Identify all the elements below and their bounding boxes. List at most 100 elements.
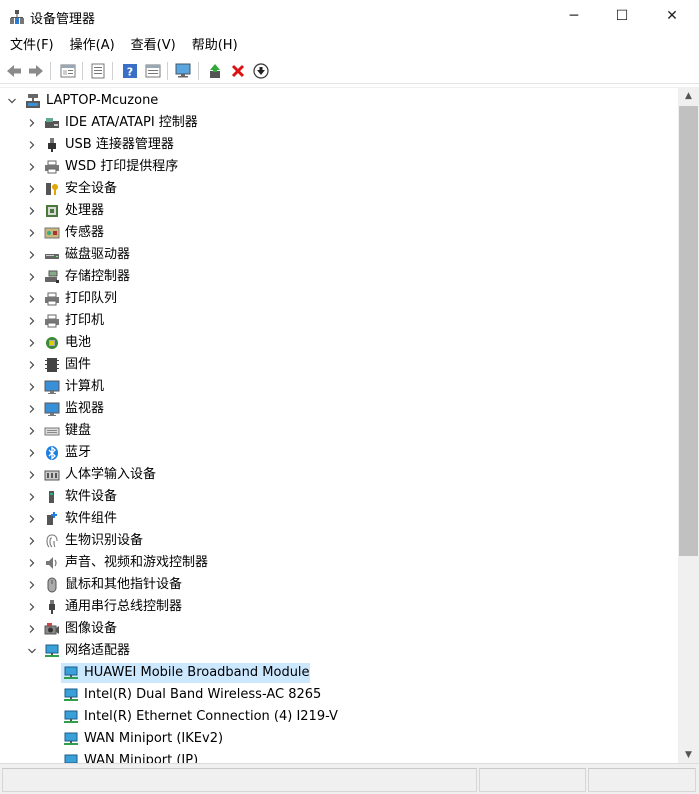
device-tree[interactable]: LAPTOP-Mcuzone IDE ATA/ATAPI 控制器 USB 连接器管理… (0, 87, 678, 763)
print-queue-icon (44, 291, 60, 307)
tree-category[interactable]: 软件设备 (0, 486, 678, 508)
menu-help[interactable]: 帮助(H) (186, 35, 244, 57)
chevron-down-icon[interactable] (25, 644, 39, 658)
chevron-right-icon[interactable] (25, 622, 39, 636)
software-device-icon (44, 489, 60, 505)
chevron-right-icon[interactable] (25, 600, 39, 614)
chevron-right-icon[interactable] (25, 292, 39, 306)
disk-drive-icon (44, 247, 60, 263)
tree-category[interactable]: 软件组件 (0, 508, 678, 530)
help-icon[interactable]: ? (120, 61, 140, 81)
chevron-right-icon[interactable] (25, 468, 39, 482)
chevron-right-icon[interactable] (25, 380, 39, 394)
menu-bar: 文件(F) 操作(A) 查看(V) 帮助(H) (0, 34, 699, 58)
chevron-right-icon[interactable] (25, 578, 39, 592)
tree-category[interactable]: 打印队列 (0, 288, 678, 310)
minimize-button[interactable]: ─ (551, 0, 597, 32)
tree-item-label: WAN Miniport (IP) (84, 753, 199, 763)
menu-action[interactable]: 操作(A) (64, 35, 121, 57)
tree-category[interactable]: 电池 (0, 332, 678, 354)
menu-view[interactable]: 查看(V) (125, 35, 182, 57)
chevron-right-icon[interactable] (25, 402, 39, 416)
tree-category[interactable]: 打印机 (0, 310, 678, 332)
tree-category[interactable]: USB 连接器管理器 (0, 134, 678, 156)
usb-connector-icon (44, 137, 60, 153)
tree-category[interactable]: 生物识别设备 (0, 530, 678, 552)
tree-category[interactable]: 图像设备 (0, 618, 678, 640)
tree-category[interactable]: 处理器 (0, 200, 678, 222)
menu-file[interactable]: 文件(F) (4, 35, 60, 57)
security-device-icon (44, 181, 60, 197)
scroll-thumb[interactable] (679, 106, 698, 556)
tree-category[interactable]: IDE ATA/ATAPI 控制器 (0, 112, 678, 134)
chevron-right-icon[interactable] (25, 182, 39, 196)
chevron-right-icon[interactable] (25, 556, 39, 570)
view-icon[interactable] (143, 61, 163, 81)
computer-icon (44, 379, 60, 395)
chevron-down-icon[interactable] (5, 94, 19, 108)
scan-icon[interactable] (174, 61, 194, 81)
forward-icon[interactable] (26, 61, 46, 81)
tree-category[interactable]: 键盘 (0, 420, 678, 442)
hid-icon (44, 467, 60, 483)
chevron-right-icon[interactable] (25, 424, 39, 438)
chevron-right-icon[interactable] (25, 534, 39, 548)
tree-item-label: 人体学输入设备 (65, 467, 157, 482)
tree-category[interactable]: 传感器 (0, 222, 678, 244)
tree-category[interactable]: 声音、视频和游戏控制器 (0, 552, 678, 574)
tree-category[interactable]: 人体学输入设备 (0, 464, 678, 486)
tree-item-label: 通用串行总线控制器 (65, 599, 183, 614)
properties-icon[interactable] (58, 61, 78, 81)
update-driver-icon[interactable] (205, 61, 225, 81)
tree-item-label: 处理器 (65, 203, 105, 218)
chevron-right-icon[interactable] (25, 204, 39, 218)
root-computer-icon (25, 93, 41, 109)
tree-category[interactable]: 通用串行总线控制器 (0, 596, 678, 618)
chevron-right-icon[interactable] (25, 160, 39, 174)
tree-device[interactable]: Intel(R) Dual Band Wireless-AC 8265 (0, 684, 678, 706)
chevron-right-icon[interactable] (25, 490, 39, 504)
tree-device[interactable]: WAN Miniport (IKEv2) (0, 728, 678, 750)
battery-icon (44, 335, 60, 351)
tree-category[interactable]: 存储控制器 (0, 266, 678, 288)
tree-item-label: 安全设备 (65, 181, 118, 196)
disable-icon[interactable] (251, 61, 271, 81)
scroll-up-icon[interactable]: ▲ (678, 87, 699, 104)
vertical-scrollbar[interactable]: ▲ ▼ (678, 87, 699, 763)
tree-category[interactable]: 鼠标和其他指针设备 (0, 574, 678, 596)
tree-category[interactable]: 计算机 (0, 376, 678, 398)
show-hide-icon[interactable] (88, 61, 108, 81)
toolbar: ? (0, 58, 699, 84)
back-icon[interactable] (4, 61, 24, 81)
tree-category[interactable]: 磁盘驱动器 (0, 244, 678, 266)
chevron-right-icon[interactable] (25, 446, 39, 460)
keyboard-icon (44, 423, 60, 439)
tree-device[interactable]: Intel(R) Ethernet Connection (4) I219-V (0, 706, 678, 728)
tree-category[interactable]: 监视器 (0, 398, 678, 420)
chevron-right-icon[interactable] (25, 336, 39, 350)
tree-item-label: Intel(R) Ethernet Connection (4) I219-V (84, 709, 338, 724)
uninstall-icon[interactable] (228, 61, 248, 81)
tree-category[interactable]: 固件 (0, 354, 678, 376)
chevron-right-icon[interactable] (25, 358, 39, 372)
tree-item-label: 打印队列 (65, 291, 118, 306)
chevron-right-icon[interactable] (25, 314, 39, 328)
chevron-right-icon[interactable] (25, 512, 39, 526)
tree-category[interactable]: 蓝牙 (0, 442, 678, 464)
chevron-right-icon[interactable] (25, 226, 39, 240)
tree-item-label: 软件设备 (65, 489, 118, 504)
tree-category[interactable]: 网络适配器 (0, 640, 678, 662)
close-button[interactable]: ✕ (649, 0, 695, 32)
maximize-button[interactable]: ☐ (599, 0, 645, 32)
tree-category[interactable]: 安全设备 (0, 178, 678, 200)
tree-category[interactable]: WSD 打印提供程序 (0, 156, 678, 178)
chevron-right-icon[interactable] (25, 116, 39, 130)
chevron-right-icon[interactable] (25, 138, 39, 152)
tree-root[interactable]: LAPTOP-Mcuzone (0, 90, 678, 112)
chevron-right-icon[interactable] (25, 270, 39, 284)
tree-device[interactable]: WAN Miniport (IP) (0, 750, 678, 763)
scroll-down-icon[interactable]: ▼ (678, 746, 699, 763)
tree-device[interactable]: HUAWEI Mobile Broadband Module (0, 662, 678, 684)
network-adapter-icon (63, 753, 79, 763)
chevron-right-icon[interactable] (25, 248, 39, 262)
